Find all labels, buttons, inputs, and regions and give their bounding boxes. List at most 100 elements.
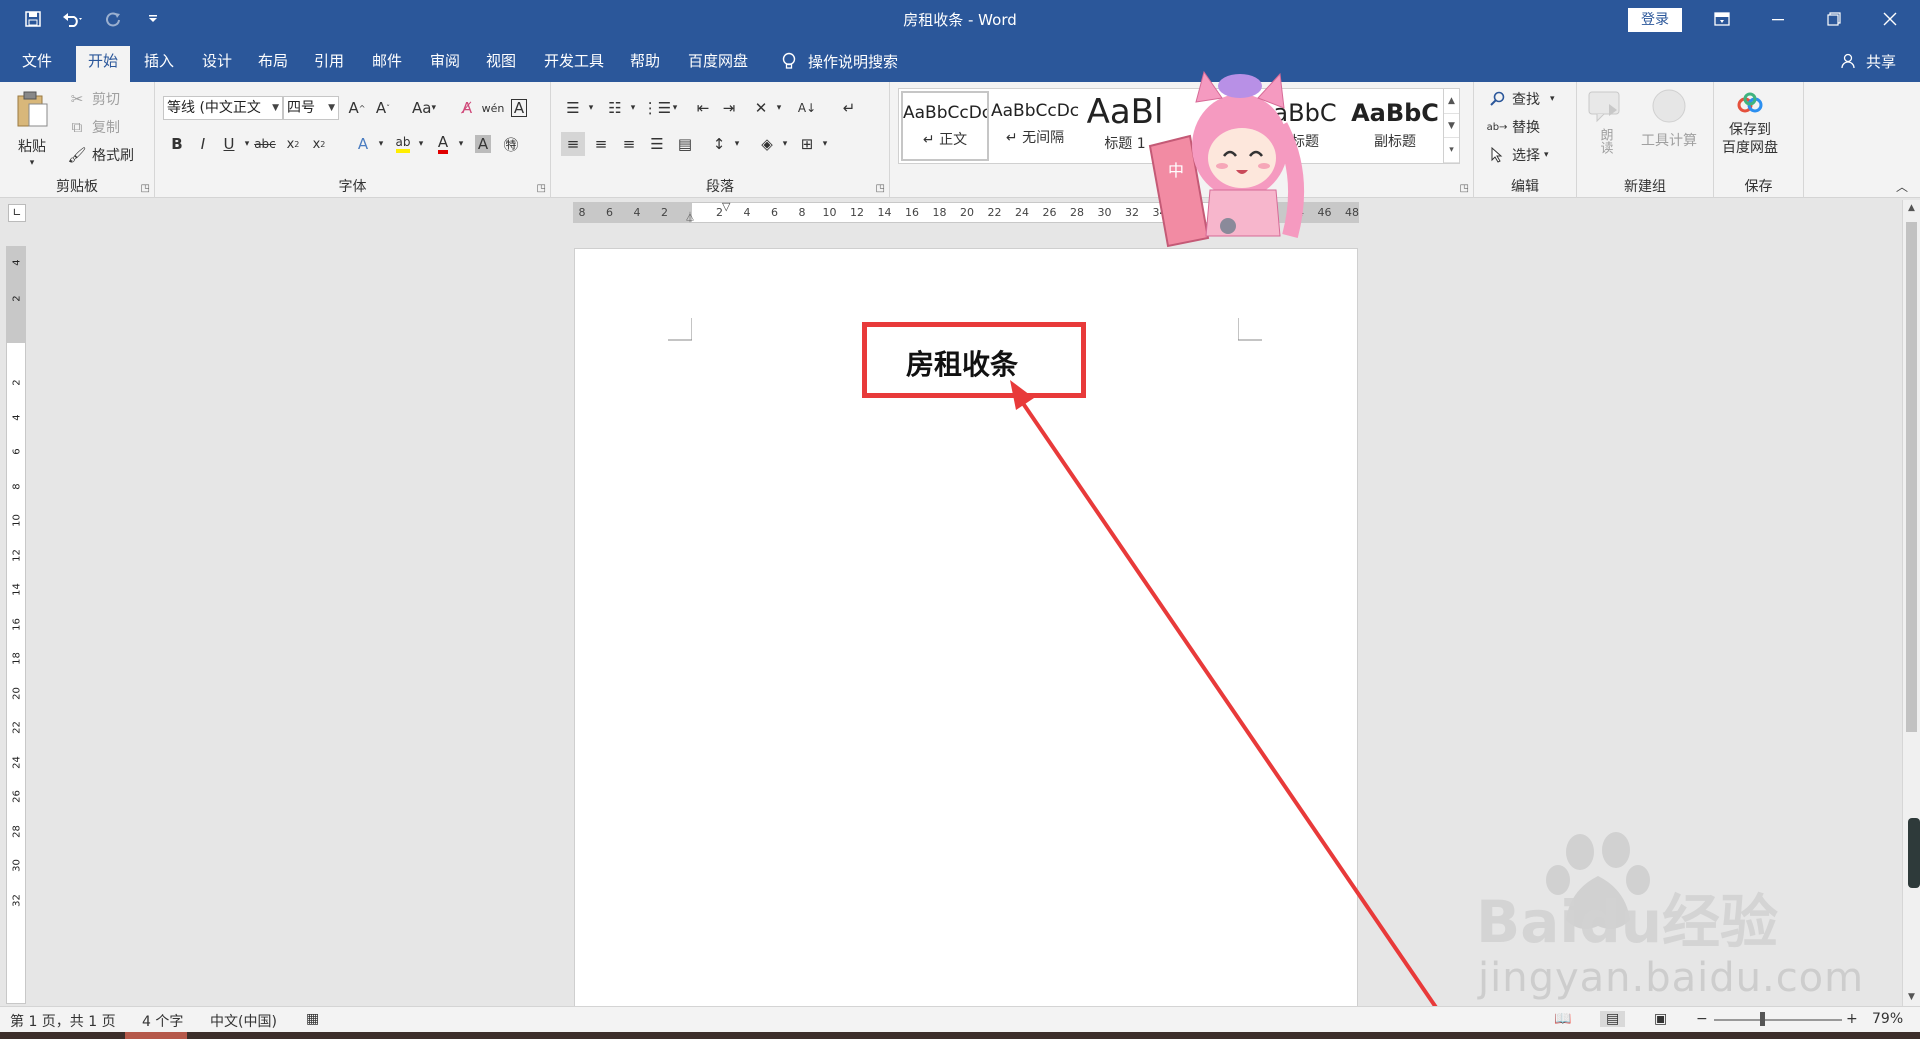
save-to-baidu-button[interactable]: 保存到 百度网盘 (1722, 92, 1778, 157)
style-no-spacing[interactable]: AaBbCcDc ↵ 无间隔 (991, 91, 1079, 161)
increase-indent-icon[interactable]: ⇥ (717, 96, 741, 120)
format-painter-button[interactable]: 🖌 格式刷 (66, 144, 134, 166)
grow-font-icon[interactable]: A ^ (345, 96, 369, 120)
zoom-level[interactable]: 79% (1872, 1011, 1903, 1027)
tab-home[interactable]: 开始 (76, 46, 131, 82)
taskbar-active-item (125, 1032, 187, 1039)
multilevel-dropdown-icon[interactable]: ▾ (663, 96, 687, 120)
change-case-button[interactable]: Aa ▾ (407, 96, 441, 120)
strikethrough-icon[interactable]: abc (253, 132, 277, 156)
zoom-out-icon[interactable]: − (1696, 1011, 1708, 1027)
tab-selector-icon[interactable]: ∟ (8, 204, 26, 222)
font-launcher-icon[interactable]: ◳ (537, 183, 546, 194)
align-right-icon[interactable]: ≡ (617, 132, 641, 156)
scroll-up-icon[interactable]: ▲ (1903, 200, 1920, 217)
page-info[interactable]: 第 1 页，共 1 页 (10, 1011, 116, 1031)
paste-button[interactable]: 粘贴 ▾ (14, 90, 50, 168)
enclose-characters-icon[interactable]: ㊕ (499, 132, 523, 156)
shading-dropdown-icon[interactable]: ▾ (773, 132, 797, 156)
bold-icon[interactable]: B (165, 132, 189, 156)
tab-layout[interactable]: 布局 (246, 46, 300, 82)
tab-help[interactable]: 帮助 (618, 46, 672, 82)
tab-references[interactable]: 引用 (302, 46, 356, 82)
macro-record-icon[interactable]: ▦ (306, 1011, 319, 1027)
side-widget[interactable] (1908, 818, 1920, 888)
select-button[interactable]: 选择 ▾ (1486, 144, 1549, 166)
read-mode-icon[interactable]: 📖 (1554, 1011, 1571, 1027)
vruler-tick-label: 12 (11, 548, 23, 562)
font-name-combo[interactable]: 等线 (中文正文 ▼ (163, 96, 283, 120)
first-line-indent-marker[interactable]: ▽ (722, 200, 730, 213)
font-size-combo[interactable]: 四号 ▼ (283, 96, 339, 120)
line-spacing-dropdown-icon[interactable]: ▾ (725, 132, 749, 156)
font-size-value: 四号 (287, 100, 315, 116)
justify-icon[interactable]: ☰ (645, 132, 669, 156)
style-normal[interactable]: AaBbCcDc ↵ 正文 (901, 91, 989, 161)
vertical-ruler[interactable]: 4 2 2 4 6 8 10 12 14 16 18 20 22 24 26 28 30 32 (6, 246, 26, 1004)
tab-file[interactable]: 文件 (10, 46, 64, 82)
style-subtitle[interactable]: AaBbC 副标题 (1351, 91, 1439, 161)
tab-baidu-pan[interactable]: 百度网盘 (676, 46, 760, 82)
character-border-icon[interactable]: A (507, 96, 531, 120)
minimize-icon[interactable] (1750, 0, 1806, 38)
tab-design[interactable]: 设计 (190, 46, 244, 82)
tab-review[interactable]: 审阅 (418, 46, 472, 82)
tab-insert[interactable]: 插入 (132, 46, 186, 82)
italic-icon[interactable]: I (191, 132, 215, 156)
superscript-icon[interactable]: x2 (307, 132, 331, 156)
show-marks-icon[interactable]: ↵ (837, 96, 861, 120)
chinese-layout-dropdown-icon[interactable]: ▾ (767, 96, 791, 120)
web-layout-icon[interactable]: ▣ (1654, 1011, 1667, 1027)
align-center-icon[interactable]: ≡ (589, 132, 613, 156)
align-left-icon[interactable]: ≡ (561, 132, 585, 156)
distributed-icon[interactable]: ▤ (673, 132, 697, 156)
gallery-more-icon[interactable]: ▾ (1444, 138, 1459, 164)
find-button[interactable]: 查找 ▾ (1486, 88, 1555, 110)
zoom-thumb[interactable] (1760, 1012, 1765, 1026)
gallery-up-icon[interactable]: ▲ (1444, 89, 1459, 114)
cut-button[interactable]: ✂ 剪切 (66, 88, 120, 110)
bullets-dropdown-icon[interactable]: ▾ (579, 96, 603, 120)
highlight-box (862, 322, 1086, 398)
text-effects-dropdown-icon[interactable]: ▾ (369, 132, 393, 156)
highlight-dropdown-icon[interactable]: ▾ (409, 132, 433, 156)
subscript-icon[interactable]: x2 (281, 132, 305, 156)
clipboard-launcher-icon[interactable]: ◳ (141, 183, 150, 194)
character-shading-icon[interactable]: A (471, 132, 495, 156)
tab-developer[interactable]: 开发工具 (532, 46, 616, 82)
replace-button[interactable]: ab→ 替换 (1486, 116, 1540, 138)
vruler-tick-label: 2 (11, 379, 23, 386)
share-button[interactable]: 共享 (1838, 50, 1896, 72)
zoom-slider[interactable] (1714, 1019, 1842, 1021)
vertical-scrollbar[interactable]: ▲ ▼ (1902, 200, 1920, 1006)
font-color-dropdown-icon[interactable]: ▾ (449, 132, 473, 156)
tab-view[interactable]: 视图 (474, 46, 528, 82)
login-button[interactable]: 登录 (1628, 8, 1682, 32)
language[interactable]: 中文(中国) (210, 1011, 277, 1031)
collapse-ribbon-icon[interactable]: ︿ (1896, 178, 1908, 195)
decrease-indent-icon[interactable]: ⇤ (691, 96, 715, 120)
shrink-font-icon[interactable]: Aˇ (371, 96, 395, 120)
tab-mailings[interactable]: 邮件 (360, 46, 414, 82)
clear-formatting-icon[interactable]: A̸ (455, 96, 479, 120)
tell-me-search[interactable]: 操作说明搜索 (778, 46, 898, 76)
close-icon[interactable] (1862, 0, 1918, 38)
borders-dropdown-icon[interactable]: ▾ (813, 132, 837, 156)
word-count[interactable]: 4 个字 (142, 1011, 183, 1031)
numbering-dropdown-icon[interactable]: ▾ (621, 96, 645, 120)
left-indent-marker[interactable]: ⏃ (685, 209, 695, 224)
gallery-down-icon[interactable]: ▼ (1444, 114, 1459, 139)
paragraph-launcher-icon[interactable]: ◳ (876, 183, 885, 194)
scroll-thumb[interactable] (1906, 222, 1917, 732)
zoom-in-icon[interactable]: + (1846, 1011, 1858, 1027)
print-layout-icon[interactable]: ▤ (1600, 1011, 1626, 1027)
copy-button[interactable]: ⧉ 复制 (66, 116, 120, 138)
ribbon-display-options-icon[interactable] (1694, 0, 1750, 38)
tool-calc-button[interactable]: 工具计算 (1641, 88, 1697, 150)
restore-icon[interactable] (1806, 0, 1862, 38)
styles-launcher-icon[interactable]: ◳ (1460, 183, 1469, 194)
read-aloud-button[interactable]: 朗读 (1587, 88, 1623, 154)
scroll-down-icon[interactable]: ▼ (1903, 989, 1920, 1006)
phonetic-guide-icon[interactable]: wén (481, 96, 505, 120)
sort-icon[interactable]: A↓ (795, 96, 819, 120)
